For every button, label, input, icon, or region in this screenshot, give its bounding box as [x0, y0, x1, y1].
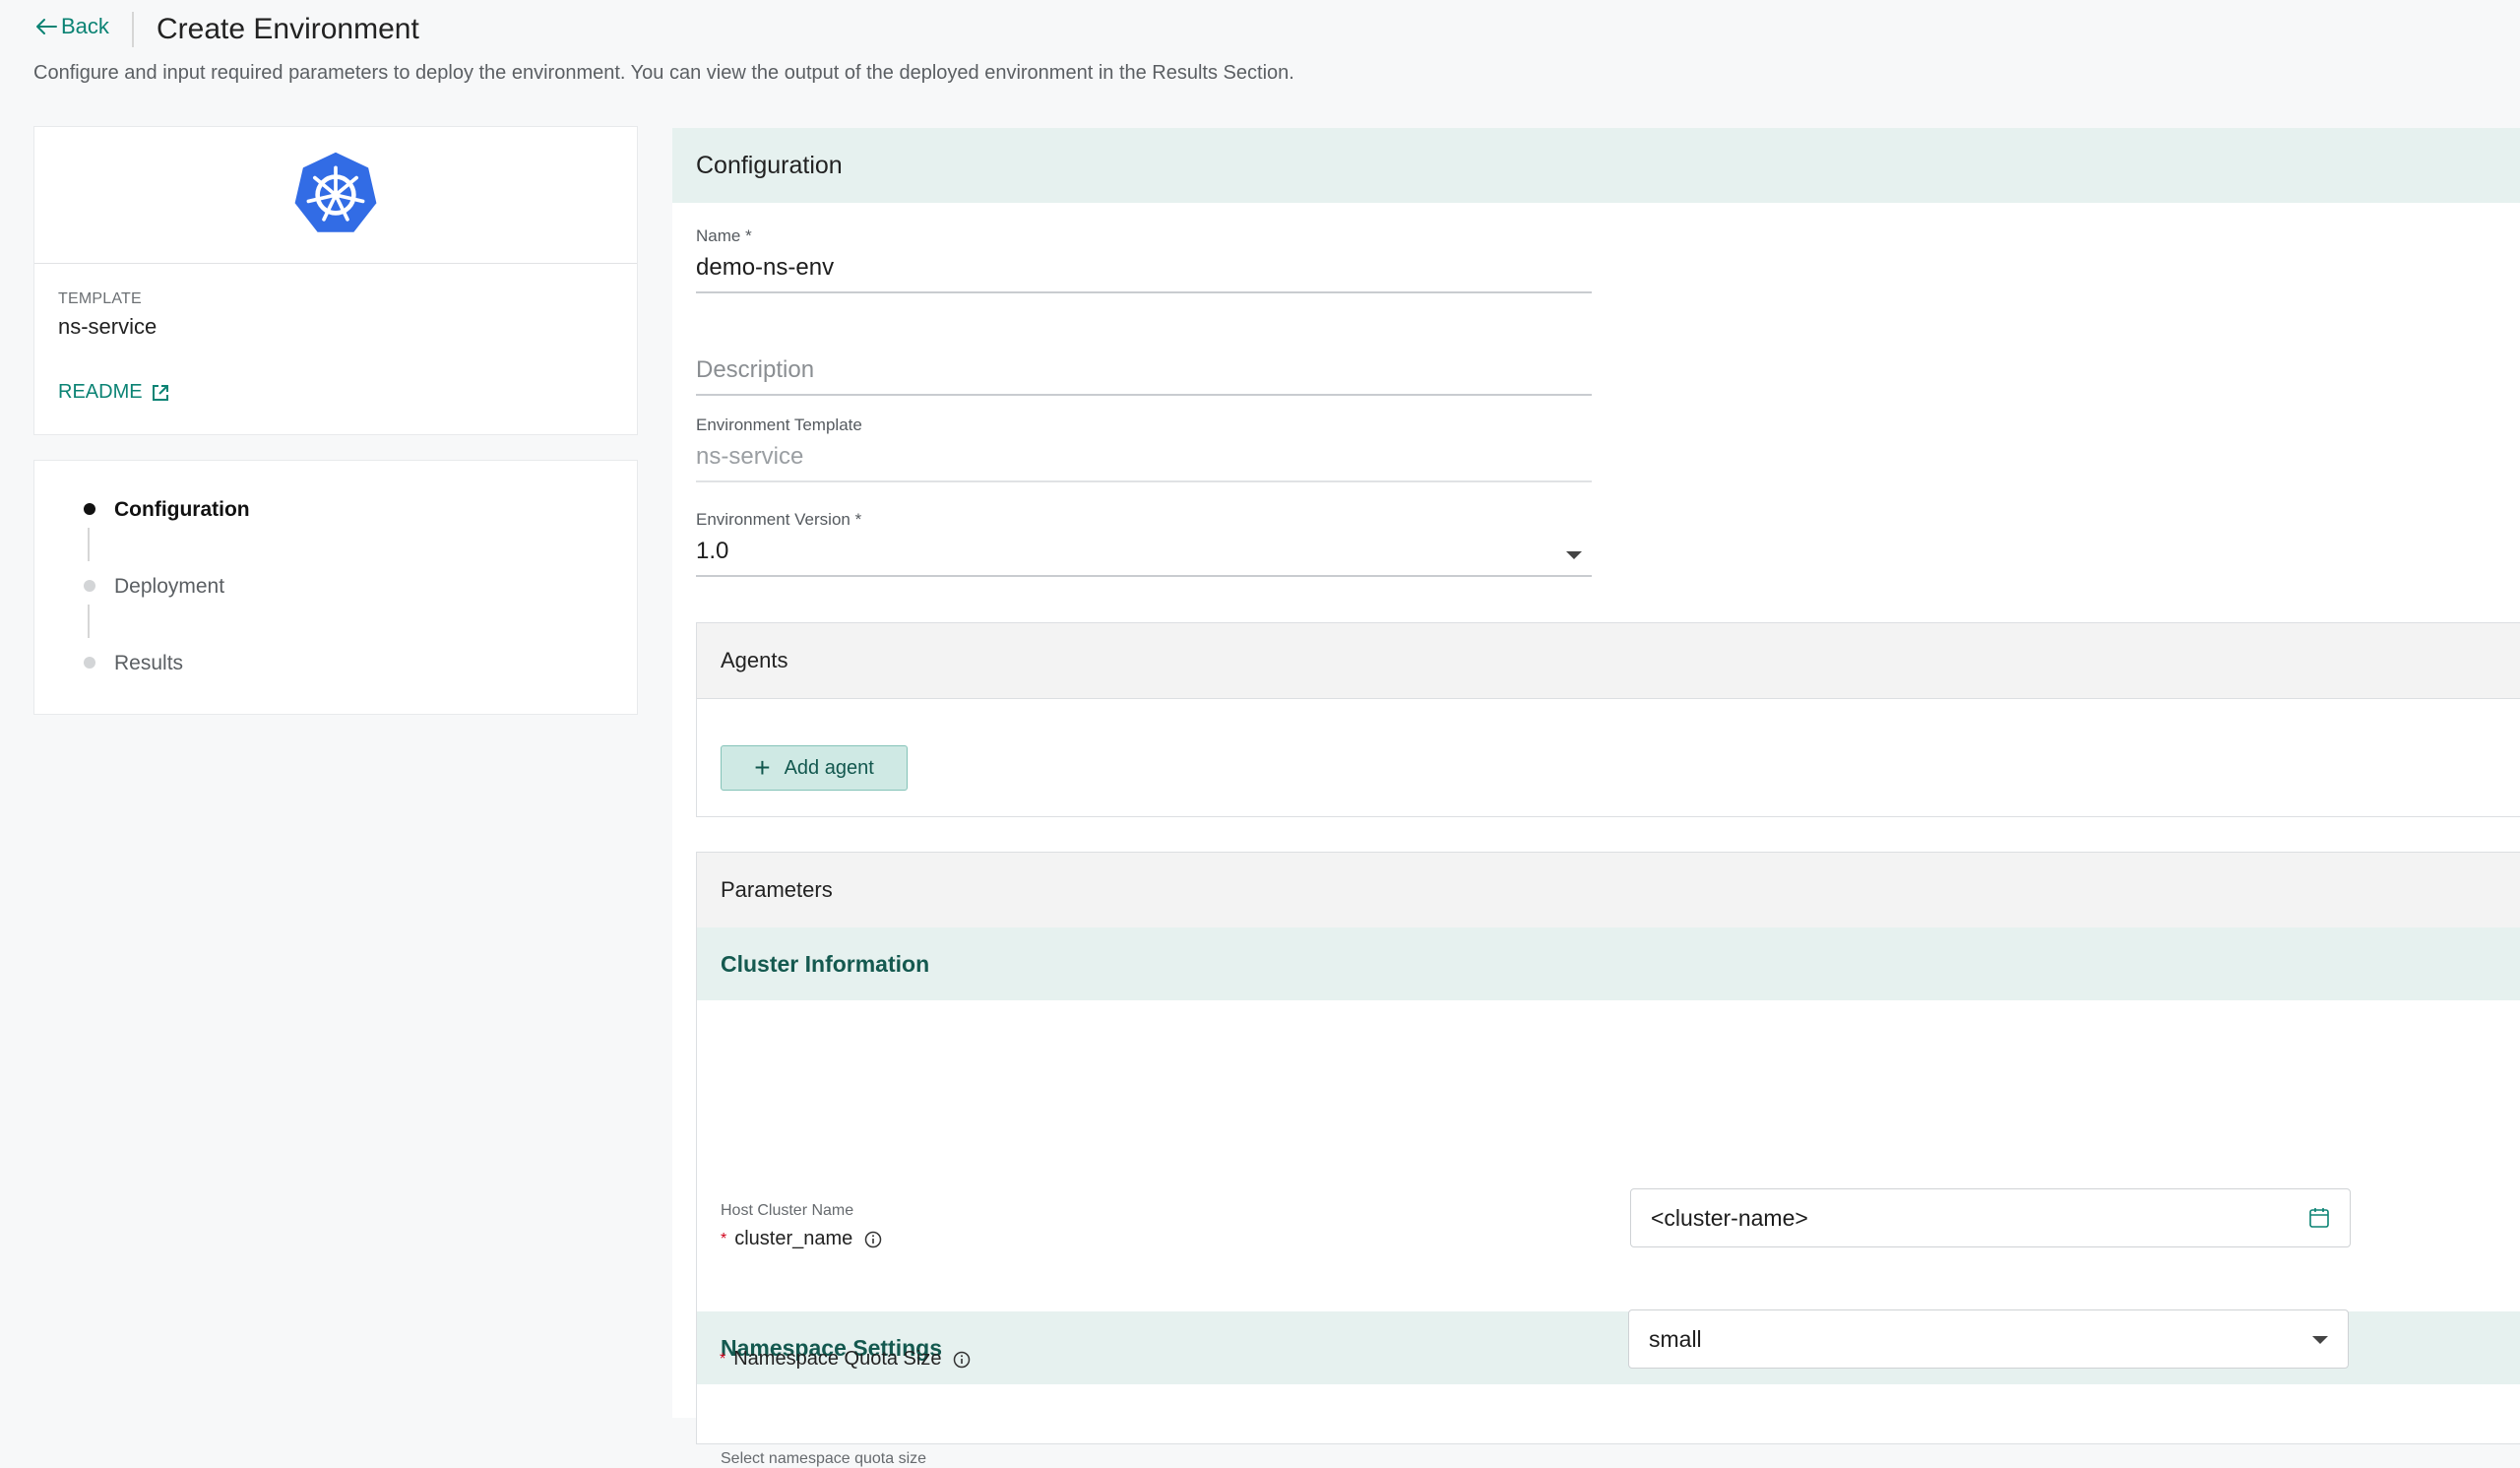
- configuration-panel: Configuration Name * demo-ns-env Descrip…: [672, 128, 2520, 1467]
- environment-version-value: 1.0: [696, 538, 729, 564]
- cluster-information-header: Cluster Information: [697, 927, 2520, 1000]
- external-link-icon: [152, 384, 168, 401]
- step-results[interactable]: Results: [114, 652, 183, 675]
- back-link[interactable]: Back: [35, 14, 109, 39]
- configuration-title: Configuration: [672, 128, 2520, 203]
- chevron-down-icon: [2312, 1336, 2328, 1344]
- name-label: Name *: [696, 226, 752, 245]
- header-divider: [132, 12, 134, 47]
- step-dot-configuration: [84, 503, 95, 515]
- description-input[interactable]: Description: [696, 356, 1592, 396]
- readme-label: README: [58, 381, 143, 403]
- step-connector: [88, 528, 90, 561]
- template-card: TEMPLATE ns-service README: [33, 126, 638, 435]
- add-agent-label: Add agent: [784, 756, 874, 779]
- cluster-name-input[interactable]: <cluster-name>: [1630, 1188, 2351, 1247]
- namespace-quota-value: small: [1649, 1325, 1702, 1352]
- namespace-quota-select[interactable]: small: [1628, 1309, 2349, 1369]
- required-mark: *: [721, 1230, 727, 1247]
- page-subtitle: Configure and input required parameters …: [33, 62, 1294, 84]
- add-agent-button[interactable]: + Add agent: [721, 745, 908, 791]
- name-field: Name * demo-ns-env: [696, 226, 1592, 293]
- step-dot-deployment: [84, 580, 95, 592]
- plus-icon: +: [754, 752, 771, 783]
- required-mark: *: [720, 1350, 726, 1368]
- page-header: Back Create Environment: [33, 0, 2494, 59]
- step-configuration[interactable]: Configuration: [114, 498, 250, 522]
- description-field: Description: [696, 356, 1592, 396]
- agents-title: Agents: [697, 623, 2520, 699]
- step-connector: [88, 605, 90, 638]
- environment-template-label: Environment Template: [696, 415, 862, 434]
- environment-version-select[interactable]: 1.0: [696, 538, 1592, 577]
- name-input[interactable]: demo-ns-env: [696, 254, 1592, 293]
- kubernetes-logo-icon: [294, 152, 377, 232]
- environment-version-label: Environment Version *: [696, 510, 862, 529]
- cluster-name-param: * cluster_name: [721, 1228, 882, 1250]
- template-field: Environment Template ns-service: [696, 415, 1592, 482]
- environment-template-input: ns-service: [696, 443, 1592, 482]
- agents-section: Agents + Add agent: [696, 622, 2520, 817]
- back-label: Back: [61, 14, 109, 38]
- template-name: ns-service: [58, 314, 158, 339]
- calendar-icon[interactable]: [2308, 1207, 2330, 1229]
- parameters-title: Parameters: [697, 853, 2520, 928]
- template-logo-area: [34, 127, 637, 264]
- namespace-quota-description: Select namespace quota size: [721, 1450, 927, 1467]
- readme-link[interactable]: README: [58, 381, 170, 404]
- arrow-left-icon: [36, 19, 57, 34]
- namespace-quota-param: * Namespace Quota Size: [720, 1348, 971, 1371]
- template-caption: TEMPLATE: [58, 290, 142, 307]
- namespace-quota-label: Namespace Quota Size: [733, 1348, 942, 1370]
- step-deployment[interactable]: Deployment: [114, 575, 224, 599]
- cluster-name-value: <cluster-name>: [1651, 1204, 1808, 1231]
- cluster-name-label: cluster_name: [734, 1228, 853, 1249]
- chevron-down-icon: [1566, 551, 1582, 559]
- steps-card: Configuration Deployment Results: [33, 460, 638, 715]
- host-cluster-description: Host Cluster Name: [721, 1202, 854, 1219]
- step-dot-results: [84, 657, 95, 669]
- info-icon[interactable]: [953, 1351, 971, 1369]
- version-field: Environment Version * 1.0: [696, 510, 1592, 577]
- info-icon[interactable]: [864, 1231, 882, 1248]
- page-title: Create Environment: [157, 13, 419, 45]
